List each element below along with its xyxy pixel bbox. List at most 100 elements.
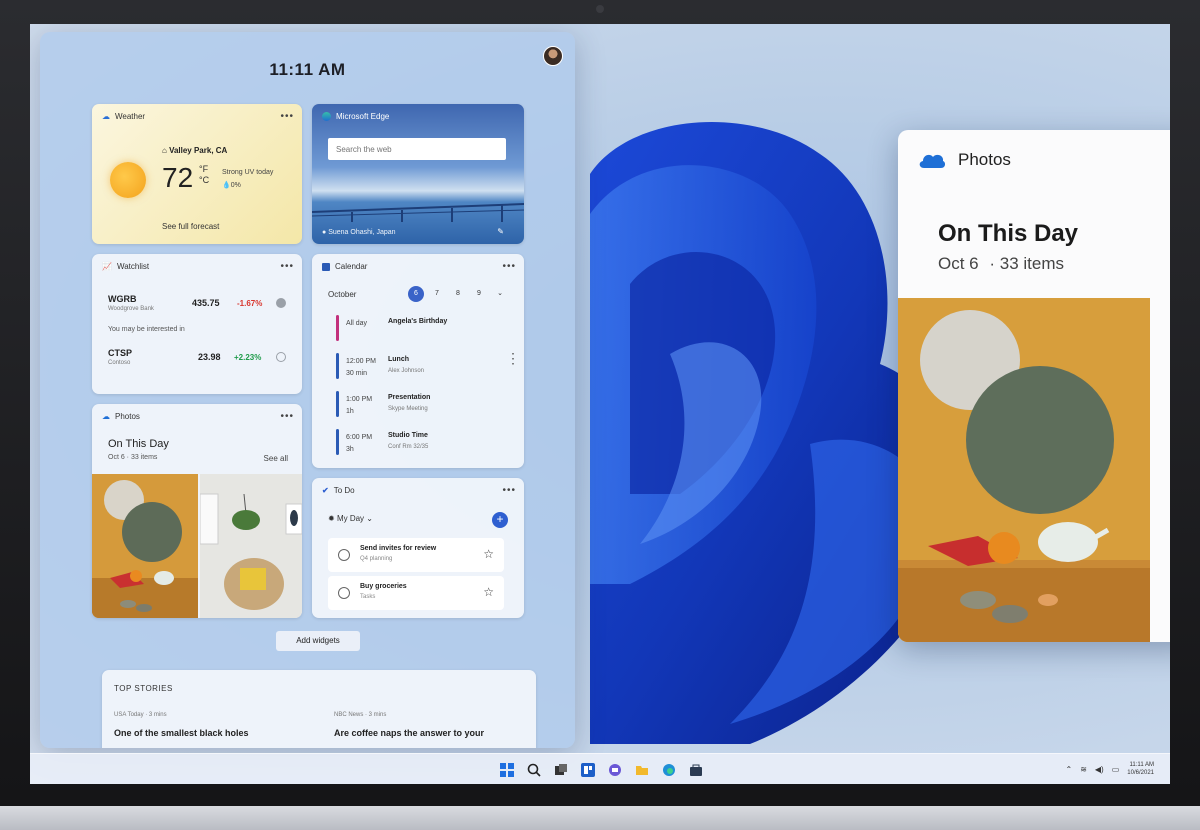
photos-app-subtitle: Oct 6 · 33 items <box>938 254 1064 274</box>
my-day-dropdown[interactable]: ✹ My Day ⌄ <box>328 514 373 523</box>
watchlist-header: 📈 Watchlist <box>102 262 149 271</box>
photos-widget-sub: Oct 6 · 33 items <box>108 454 158 461</box>
user-avatar[interactable] <box>543 46 563 66</box>
search-icon[interactable] <box>524 760 544 780</box>
stock-name: Woodgrove Bank <box>108 306 154 312</box>
add-stock-icon[interactable] <box>276 352 286 362</box>
unit-f[interactable]: °F <box>199 164 209 175</box>
unit-c[interactable]: °C <box>199 175 209 186</box>
story-source: USA Today · 3 mins <box>114 712 167 718</box>
file-explorer-icon[interactable] <box>632 760 652 780</box>
calendar-day[interactable]: 8 <box>450 286 466 302</box>
edge-icon[interactable] <box>659 760 679 780</box>
weather-location: ⌂ Valley Park, CA <box>162 146 227 155</box>
weather-widget[interactable]: ☁ Weather ••• ⌂ Valley Park, CA 72 °F °C… <box>92 104 302 244</box>
photos-widget[interactable]: ☁ Photos ••• On This Day Oct 6 · 33 item… <box>92 404 302 618</box>
photos-widget-title: Photos <box>115 412 140 421</box>
taskbar-icons <box>497 760 706 780</box>
calendar-day[interactable]: 6 <box>408 286 424 302</box>
chevron-up-icon[interactable]: ⌃ <box>1066 765 1073 774</box>
clock-date: 10/6/2021 <box>1127 770 1154 776</box>
calendar-more-button[interactable]: ••• <box>502 261 516 272</box>
battery-icon[interactable]: ▭ <box>1112 765 1120 774</box>
add-task-button[interactable]: + <box>492 512 508 528</box>
home-icon: ⌂ <box>162 146 170 155</box>
watchlist-widget[interactable]: 📈 Watchlist ••• WGRB Woodgrove Bank 435.… <box>92 254 302 394</box>
edge-caption-text: Suena Ohashi, Japan <box>328 229 396 236</box>
event-time: 12:00 PM <box>346 358 376 365</box>
stock-price: 23.98 <box>198 352 221 362</box>
photos-app-date: Oct 6 <box>938 254 979 273</box>
photos-more-button[interactable]: ••• <box>280 411 294 422</box>
star-icon[interactable]: ☆ <box>483 547 494 561</box>
todo-more-button[interactable]: ••• <box>502 485 516 496</box>
photos-app-header: Photos <box>918 150 1011 170</box>
calendar-event[interactable]: All day Angela's Birthday <box>328 312 500 346</box>
todo-widget[interactable]: ✔ To Do ••• ✹ My Day ⌄ + Send invites fo… <box>312 478 524 618</box>
vertical-more-icon[interactable]: ⋮ <box>506 351 520 365</box>
stock-name: Contoso <box>108 360 131 366</box>
event-title: Presentation <box>388 394 431 401</box>
taskbar-clock[interactable]: 11:11 AM 10/6/2021 <box>1127 761 1154 777</box>
event-sub: Alex Johnson <box>388 368 425 374</box>
temp-unit-toggle[interactable]: °F °C <box>199 164 209 186</box>
see-all-link[interactable]: See all <box>264 454 288 463</box>
weather-header: ☁ Weather <box>102 112 145 121</box>
still-life-photo-large[interactable] <box>898 298 1150 642</box>
volume-icon[interactable]: ◀) <box>1095 765 1104 774</box>
board-time: 11:11 AM <box>269 60 346 79</box>
edge-search-input[interactable] <box>328 138 506 160</box>
edge-header: Microsoft Edge <box>322 112 389 121</box>
see-full-forecast-link[interactable]: See full forecast <box>162 222 219 231</box>
event-color-bar <box>336 391 339 417</box>
windows-start-icon[interactable] <box>497 760 517 780</box>
event-time-block: 1:00 PM 1h <box>346 394 372 418</box>
plant-chair-photo[interactable] <box>200 474 302 618</box>
add-widgets-button[interactable]: Add widgets <box>276 631 360 651</box>
event-title: Angela's Birthday <box>388 318 448 325</box>
task-view-icon[interactable] <box>551 760 571 780</box>
sunny-icon <box>110 162 146 198</box>
calendar-widget[interactable]: Calendar ••• October 6 7 8 9 ⌄ All day A… <box>312 254 524 468</box>
event-color-bar <box>336 353 339 379</box>
photos-app-window[interactable]: Photos On This Day Oct 6 · 33 items <box>898 130 1170 642</box>
still-life-photo[interactable] <box>92 474 198 618</box>
todo-task[interactable]: Buy groceries Tasks ☆ <box>328 576 504 610</box>
desktop-screen: 11:11 AM ☁ Weather ••• ⌂ Valley Park, CA… <box>30 24 1170 784</box>
task-checkbox[interactable] <box>338 549 350 561</box>
bridge-photo <box>312 203 524 222</box>
webcam <box>596 5 604 13</box>
calendar-day[interactable]: 7 <box>429 286 445 302</box>
calendar-icon <box>322 262 330 271</box>
chat-icon[interactable] <box>605 760 625 780</box>
stock-symbol: WGRB <box>108 294 137 304</box>
event-time: All day <box>346 320 368 327</box>
todo-task[interactable]: Send invites for review Q4 planning ☆ <box>328 538 504 572</box>
story-headline[interactable]: Are coffee naps the answer to your <box>334 728 484 738</box>
widgets-icon[interactable] <box>578 760 598 780</box>
system-tray: ⌃ ≋ ◀) ▭ 11:11 AM 10/6/2021 <box>1066 761 1155 777</box>
event-color-bar <box>336 315 339 341</box>
todo-title: To Do <box>333 486 355 495</box>
chevron-down-icon[interactable]: ⌄ <box>492 286 508 302</box>
pencil-icon[interactable]: ✎ <box>497 227 504 236</box>
stock-price: 435.75 <box>192 298 220 308</box>
photos-app-name: Photos <box>958 150 1011 169</box>
photos-widget-header: ☁ Photos <box>102 412 140 421</box>
task-sub: Tasks <box>360 594 376 600</box>
weather-title: Weather <box>115 112 146 121</box>
task-checkbox[interactable] <box>338 587 350 599</box>
store-icon[interactable] <box>686 760 706 780</box>
calendar-day[interactable]: 9 <box>471 286 487 302</box>
stock-change: +2.23% <box>234 353 262 362</box>
watchlist-more-button[interactable]: ••• <box>280 261 294 272</box>
story-headline[interactable]: One of the smallest black holes <box>114 728 249 738</box>
calendar-event[interactable]: 1:00 PM 1h Presentation Skype Meeting <box>328 388 500 422</box>
event-title: Lunch <box>388 356 409 363</box>
event-duration: 3h <box>346 446 354 453</box>
calendar-event[interactable]: 12:00 PM 30 min Lunch Alex Johnson <box>328 350 500 384</box>
weather-more-button[interactable]: ••• <box>280 111 294 122</box>
star-icon[interactable]: ☆ <box>483 585 494 599</box>
calendar-event[interactable]: 6:00 PM 3h Studio Time Conf Rm 32/35 <box>328 426 500 460</box>
wifi-icon[interactable]: ≋ <box>1080 765 1087 774</box>
